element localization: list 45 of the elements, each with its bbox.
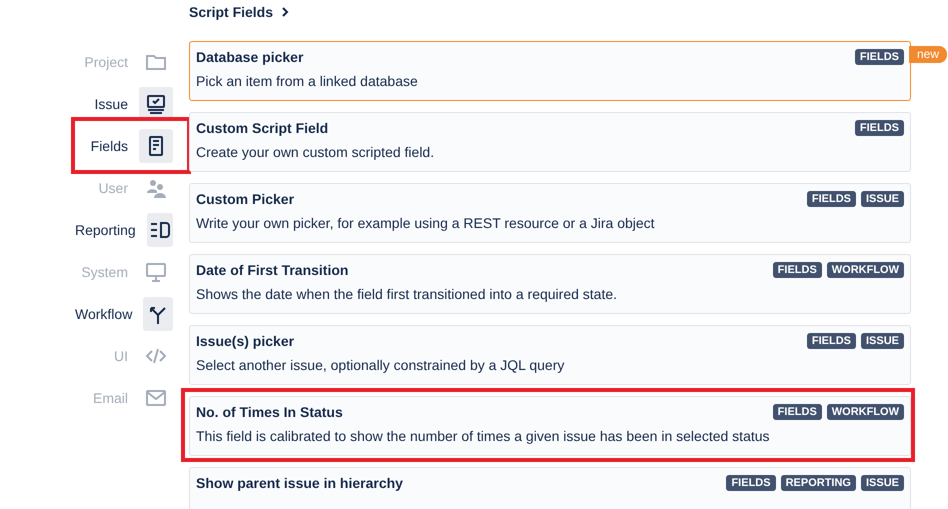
script-field-card[interactable]: Custom Script Field FIELDS Create your own custom scripted field. — [189, 112, 911, 172]
users-icon — [145, 177, 167, 199]
tag-label: FIELDS — [772, 262, 822, 278]
tag-label: ISSUE — [860, 333, 904, 349]
card-title: Database picker — [196, 49, 304, 65]
script-field-card[interactable]: Custom Picker FIELDS ISSUE Write your own picker, for example using a REST resource or a Jira object — [189, 183, 911, 243]
card-title: Issue(s) picker — [196, 333, 294, 349]
card-title: Show parent issue in hierarchy — [196, 475, 403, 491]
card-description: Pick an item from a linked database — [196, 73, 419, 89]
card-title: Custom Picker — [196, 191, 294, 207]
script-field-card[interactable]: Show parent issue in hierarchy FIELDS REPORTING ISSUE — [189, 467, 911, 509]
script-field-card[interactable]: Database picker FIELDS Pick an item from a linked database — [189, 41, 911, 101]
envelope-icon — [145, 387, 167, 409]
tag-label: FIELDS — [806, 191, 856, 207]
card-description: Shows the date when the field first transitioned into a required state. — [196, 286, 618, 302]
card-description: Select another issue, optionally constrained by a JQL query — [196, 357, 566, 373]
card-title: Custom Script Field — [196, 120, 328, 136]
card-description: Create your own custom scripted field. — [196, 144, 436, 160]
sidebar-item[interactable]: Fields — [90, 138, 128, 154]
new-badge: new — [908, 46, 947, 63]
breadcrumb-link[interactable]: Script Fields — [189, 4, 274, 20]
chevron-right-icon — [281, 7, 290, 17]
tag-label: FIELDS — [772, 404, 822, 420]
sidebar-item[interactable]: Workflow — [75, 306, 132, 322]
tag-label: REPORTING — [780, 475, 856, 491]
card-description: This field is calibrated to show the number of times a given issue has been in selected status — [196, 428, 771, 444]
monitor-icon — [145, 261, 167, 283]
tag-label: WORKFLOW — [826, 404, 904, 420]
monitor-check-icon — [145, 93, 167, 115]
tag-label: FIELDS — [806, 333, 856, 349]
tag-label: ISSUE — [860, 475, 904, 491]
tag-label: FIELDS — [726, 475, 776, 491]
tag-label: ISSUE — [860, 191, 904, 207]
tag-label: FIELDS — [854, 120, 904, 136]
card-title: No. of Times In Status — [196, 404, 343, 420]
card-description: Write your own picker, for example using a REST resource or a Jira object — [196, 215, 656, 231]
sidebar-item[interactable]: Issue — [94, 96, 128, 112]
sidebar-item[interactable]: Reporting — [75, 222, 136, 238]
tag-label: FIELDS — [854, 49, 904, 65]
script-field-card[interactable]: Date of First Transition FIELDS WORKFLOW Shows the date when the field first transitioned into a required state. — [189, 254, 911, 314]
tag-label: WORKFLOW — [826, 262, 904, 278]
list-panel-icon — [148, 219, 171, 241]
script-field-card[interactable]: No. of Times In Status FIELDS WORKFLOW This field is calibrated to show the number of times a given issue has been in selected status — [189, 396, 911, 456]
card-title: Date of First Transition — [196, 262, 348, 278]
script-field-card[interactable]: Issue(s) picker FIELDS ISSUE Select another issue, optionally constrained by a JQL query — [189, 325, 911, 385]
